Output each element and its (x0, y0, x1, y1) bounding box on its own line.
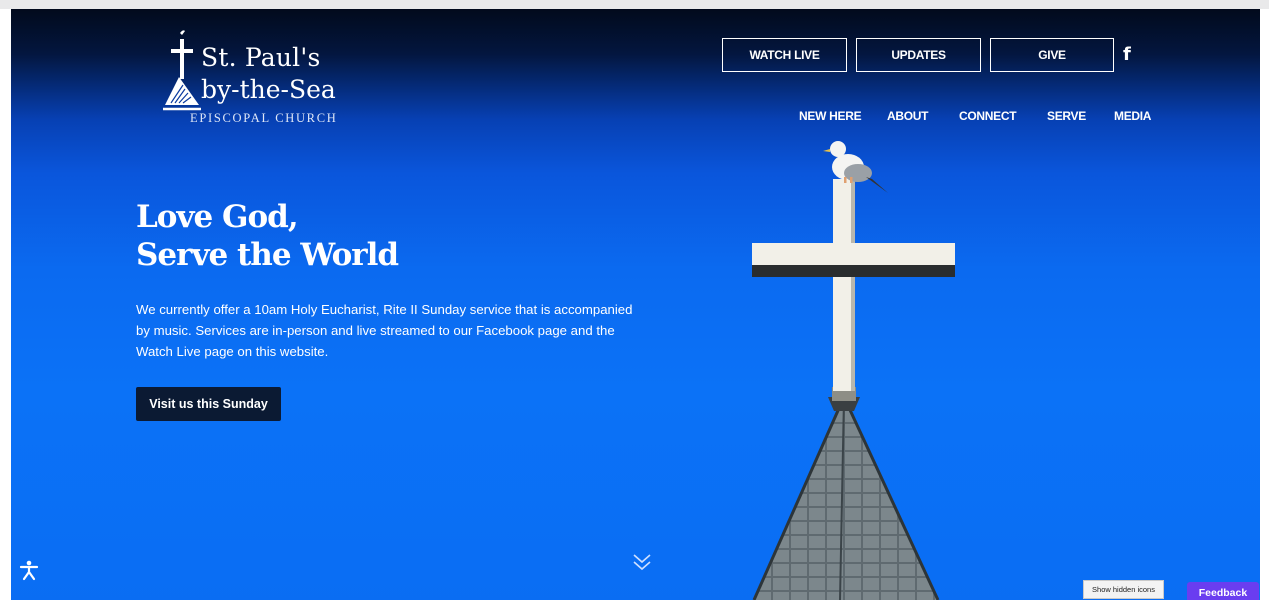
nav-connect[interactable]: CONNECT (959, 109, 1017, 123)
logo-name-line2: by-the-Sea (201, 75, 336, 104)
watch-live-button[interactable]: WATCH LIVE (722, 38, 847, 72)
feedback-button[interactable]: Feedback (1187, 582, 1259, 600)
nav-about[interactable]: ABOUT (887, 109, 928, 123)
headline-line1: Love God, (136, 199, 299, 235)
nav-media[interactable]: MEDIA (1114, 109, 1151, 123)
logo-name-line1: St. Paul's (201, 43, 321, 72)
site-logo[interactable]: St. Paul's by-the-Sea EPISCOPAL CHURCH (161, 27, 371, 137)
updates-button[interactable]: UPDATES (856, 38, 981, 72)
double-chevron-down-icon[interactable] (631, 551, 653, 573)
show-hidden-icons-tooltip: Show hidden icons (1083, 580, 1164, 599)
hero-headline: Love God, Serve the World (136, 198, 399, 274)
cross-and-sail-icon (163, 30, 201, 111)
visit-sunday-button[interactable]: Visit us this Sunday (136, 387, 281, 421)
facebook-icon[interactable]: f (1123, 44, 1131, 65)
hero-section: St. Paul's by-the-Sea EPISCOPAL CHURCH W… (11, 9, 1260, 600)
logo-tagline: EPISCOPAL CHURCH (190, 111, 338, 125)
give-button[interactable]: GIVE (990, 38, 1114, 72)
headline-line2: Serve the World (136, 237, 399, 273)
hero-intro-text: We currently offer a 10am Holy Eucharist… (136, 302, 633, 359)
accessibility-icon[interactable] (18, 559, 40, 581)
browser-top-strip (0, 0, 1269, 9)
nav-new-here[interactable]: NEW HERE (799, 109, 862, 123)
nav-serve[interactable]: SERVE (1047, 109, 1086, 123)
cross-spire-photo (752, 141, 955, 600)
